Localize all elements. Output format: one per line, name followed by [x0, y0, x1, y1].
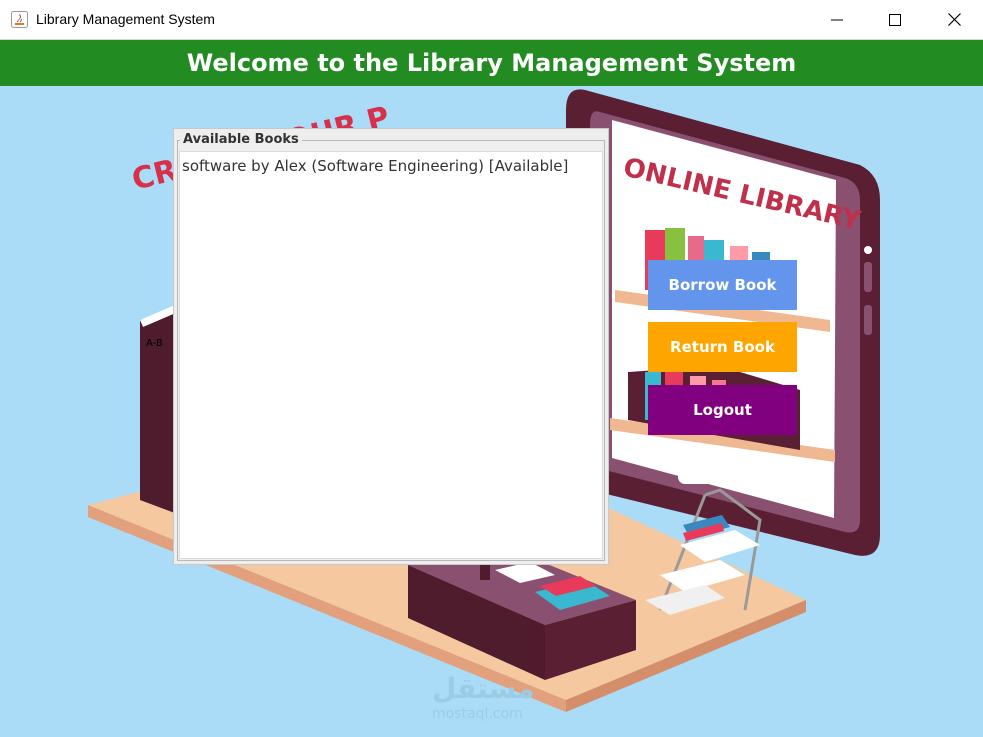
minimize-icon [831, 19, 843, 20]
window-titlebar: Library Management System [0, 0, 983, 40]
list-item[interactable]: software by Alex (Software Engineering) … [182, 157, 568, 175]
window-title: Library Management System [36, 11, 215, 27]
close-icon [947, 13, 961, 26]
maximize-button[interactable] [866, 0, 924, 39]
return-book-button[interactable]: Return Book [648, 322, 797, 372]
watermark-arabic: مستقل [432, 672, 534, 705]
welcome-title: Welcome to the Library Management System [186, 49, 797, 77]
borrow-book-button[interactable]: Borrow Book [648, 260, 797, 310]
watermark-latin: mostaql.com [432, 706, 523, 722]
close-button[interactable] [925, 0, 983, 39]
shelf-label: A-B [146, 338, 163, 349]
panel-title: Available Books [180, 132, 302, 147]
java-app-icon [11, 11, 28, 28]
available-books-panel: Available Books software by Alex (Softwa… [173, 128, 609, 565]
welcome-header: Welcome to the Library Management System [0, 40, 983, 86]
minimize-button[interactable] [808, 0, 866, 39]
books-list[interactable]: software by Alex (Software Engineering) … [179, 151, 603, 559]
logout-button[interactable]: Logout [648, 385, 797, 435]
maximize-icon [889, 13, 901, 26]
